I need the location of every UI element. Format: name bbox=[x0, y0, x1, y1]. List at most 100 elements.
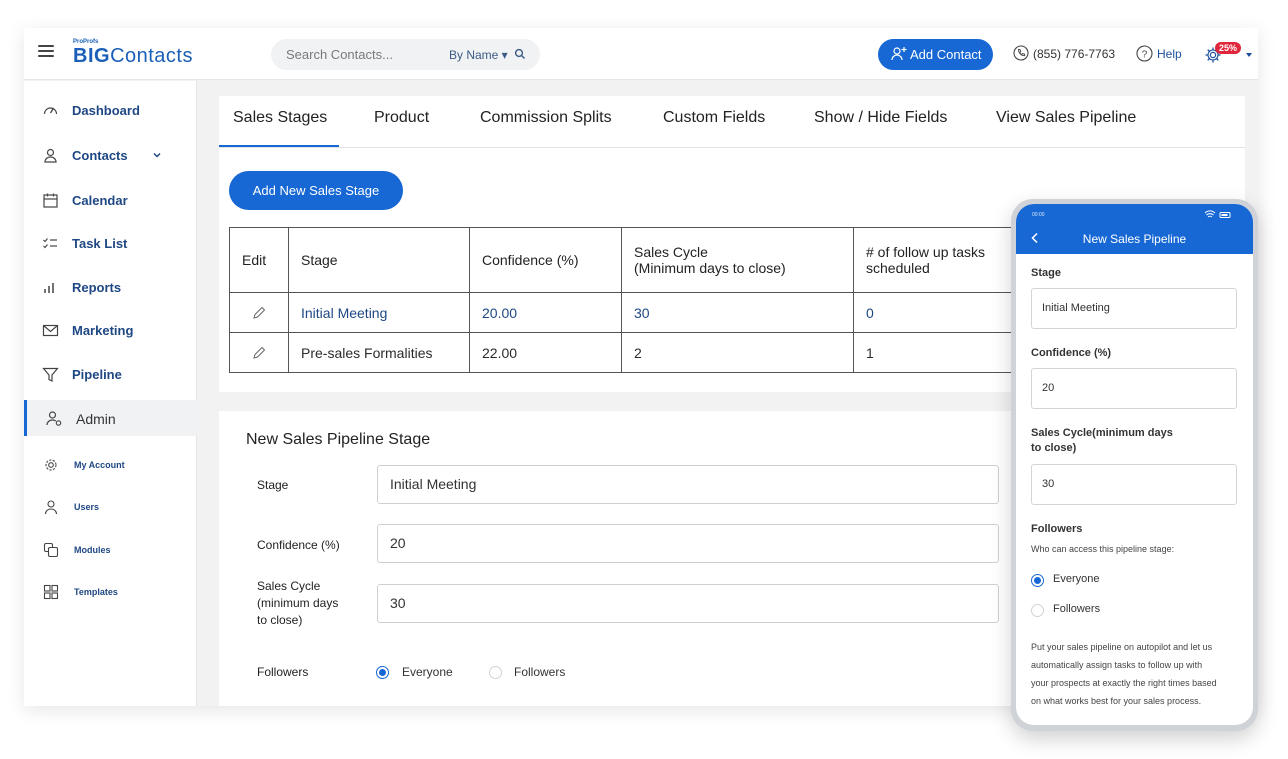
search-by-dropdown[interactable]: By Name ▾ bbox=[449, 48, 508, 62]
table-row[interactable]: Pre-sales Formalities 22.00 2 1 bbox=[229, 332, 1012, 373]
sidebar-subitem-my-account[interactable]: My Account bbox=[24, 450, 197, 480]
promo-line: on what works best for your sales proces… bbox=[1031, 696, 1202, 706]
sidebar-item-admin[interactable]: Admin bbox=[24, 400, 197, 436]
sidebar-item-task-list[interactable]: Task List bbox=[24, 225, 197, 261]
confidence-cell: 20.00 bbox=[469, 292, 622, 333]
mobile-stage-input[interactable]: Initial Meeting bbox=[1031, 288, 1237, 329]
mobile-stage-label: Stage bbox=[1031, 267, 1061, 279]
confidence-cell: 22.00 bbox=[469, 332, 622, 373]
mobile-radio-everyone[interactable] bbox=[1031, 574, 1044, 587]
table-row[interactable]: Initial Meeting 20.00 30 0 bbox=[229, 292, 1012, 333]
sidebar-subitem-templates[interactable]: Templates bbox=[24, 577, 197, 607]
tab-commission-splits[interactable]: Commission Splits bbox=[480, 109, 612, 127]
label-line: (minimum days bbox=[257, 596, 339, 610]
sidebar-item-contacts[interactable]: Contacts bbox=[24, 137, 197, 173]
label-line: to close) bbox=[257, 613, 303, 627]
sidebar-item-marketing[interactable]: Marketing bbox=[24, 312, 197, 348]
mobile-radio-everyone-label: Everyone bbox=[1053, 573, 1100, 585]
tab-sales-stages[interactable]: Sales Stages bbox=[233, 109, 327, 127]
help-icon: ? bbox=[1136, 45, 1153, 62]
sales-cycle-input[interactable]: 30 bbox=[377, 584, 999, 623]
sidebar-item-label: Marketing bbox=[72, 323, 134, 338]
menu-icon[interactable] bbox=[38, 45, 54, 58]
modules-icon bbox=[43, 542, 59, 558]
header-line: scheduled bbox=[866, 260, 930, 276]
promo-line: automatically assign tasks to follow up … bbox=[1031, 660, 1203, 670]
sidebar-item-label: Task List bbox=[72, 236, 128, 251]
sidebar-subitem-label: Modules bbox=[74, 545, 111, 555]
sidebar-item-calendar[interactable]: Calendar bbox=[24, 182, 197, 218]
tab-custom-fields[interactable]: Custom Fields bbox=[663, 109, 765, 127]
label-line: Sales Cycle bbox=[257, 579, 321, 593]
user-icon bbox=[44, 500, 58, 515]
sidebar-item-pipeline[interactable]: Pipeline bbox=[24, 356, 197, 392]
sales-stages-table: Edit Stage Confidence (%) Sales Cycle (Mi… bbox=[229, 227, 1012, 373]
calendar-icon bbox=[43, 193, 58, 208]
help-label: Help bbox=[1157, 47, 1182, 61]
sidebar: Dashboard Contacts Calendar Task List Re… bbox=[24, 81, 197, 706]
sidebar-item-label: Admin bbox=[76, 411, 116, 427]
tab-product[interactable]: Product bbox=[374, 109, 429, 127]
mobile-radio-followers[interactable] bbox=[1031, 604, 1044, 617]
form-title: New Sales Pipeline Stage bbox=[246, 431, 431, 448]
contacts-icon bbox=[44, 148, 57, 163]
sidebar-subitem-label: Users bbox=[74, 502, 100, 512]
top-bar: ProProfs BIGContacts Search Contacts... … bbox=[24, 28, 1258, 80]
cycle-cell: 2 bbox=[621, 332, 854, 373]
sidebar-item-label: Calendar bbox=[72, 193, 128, 208]
sidebar-item-reports[interactable]: Reports bbox=[24, 269, 197, 305]
search-input[interactable]: Search Contacts... bbox=[286, 47, 393, 62]
confidence-input[interactable]: 20 bbox=[377, 524, 999, 563]
sidebar-subitem-label: My Account bbox=[74, 460, 125, 470]
radio-followers-label: Followers bbox=[514, 665, 566, 679]
add-user-icon bbox=[891, 47, 907, 61]
sidebar-subitem-modules[interactable]: Modules bbox=[24, 535, 197, 565]
pencil-icon[interactable] bbox=[252, 346, 266, 360]
mobile-cycle-label: Sales Cycle(minimum days to close) bbox=[1031, 426, 1173, 456]
search-bar[interactable]: Search Contacts... By Name ▾ bbox=[271, 39, 540, 70]
radio-everyone-label: Everyone bbox=[402, 665, 453, 679]
mobile-confidence-label: Confidence (%) bbox=[1031, 347, 1112, 359]
header-line: (Minimum days to close) bbox=[634, 260, 786, 276]
tab-view-sales-pipeline[interactable]: View Sales Pipeline bbox=[996, 109, 1136, 127]
admin-icon bbox=[46, 411, 62, 426]
gear-icon bbox=[45, 459, 57, 471]
tab-show-hide-fields[interactable]: Show / Hide Fields bbox=[814, 109, 947, 127]
edit-cell[interactable] bbox=[229, 292, 289, 333]
mobile-confidence-input[interactable]: 20 bbox=[1031, 368, 1237, 409]
dashboard-icon bbox=[43, 107, 58, 115]
chevron-down-icon[interactable] bbox=[153, 151, 161, 159]
search-icon[interactable] bbox=[514, 48, 526, 60]
radio-everyone[interactable] bbox=[376, 666, 389, 679]
sidebar-item-dashboard[interactable]: Dashboard bbox=[24, 92, 197, 128]
promo-line: Put your sales pipeline on autopilot and… bbox=[1031, 642, 1213, 652]
stage-input[interactable]: Initial Meeting bbox=[377, 465, 999, 504]
add-contact-button[interactable]: Add Contact bbox=[878, 39, 993, 70]
sidebar-item-label: Pipeline bbox=[72, 367, 122, 382]
mobile-preview: 00:00 New Sales Pipeline Stage Initial M… bbox=[1011, 199, 1258, 731]
radio-followers[interactable] bbox=[489, 666, 502, 679]
pencil-icon[interactable] bbox=[252, 306, 266, 320]
header-line: # of follow up tasks bbox=[866, 244, 986, 260]
stage-cell[interactable]: Initial Meeting bbox=[288, 292, 470, 333]
active-tab-indicator bbox=[219, 145, 339, 147]
logo-big: BIG bbox=[73, 45, 111, 67]
mobile-followers-label: Followers bbox=[1031, 523, 1083, 535]
confidence-label: Confidence (%) bbox=[257, 538, 340, 552]
add-contact-label: Add Contact bbox=[910, 47, 982, 62]
stage-cell[interactable]: Pre-sales Formalities bbox=[288, 332, 470, 373]
sidebar-subitem-users[interactable]: Users bbox=[24, 492, 197, 522]
logo[interactable]: ProProfs BIGContacts bbox=[73, 39, 193, 66]
table-header-stage: Stage bbox=[288, 227, 470, 293]
templates-icon bbox=[43, 584, 59, 600]
settings-menu[interactable]: 25% bbox=[1204, 42, 1254, 66]
mobile-cycle-input[interactable]: 30 bbox=[1031, 464, 1237, 505]
cycle-cell: 30 bbox=[621, 292, 854, 333]
stage-label: Stage bbox=[257, 478, 289, 492]
chevron-down-icon bbox=[1246, 53, 1252, 57]
sidebar-item-label: Contacts bbox=[72, 148, 128, 163]
phone-icon bbox=[1013, 45, 1029, 61]
edit-cell[interactable] bbox=[229, 332, 289, 373]
add-new-sales-stage-button[interactable]: Add New Sales Stage bbox=[229, 171, 403, 210]
sidebar-item-label: Reports bbox=[72, 280, 122, 295]
